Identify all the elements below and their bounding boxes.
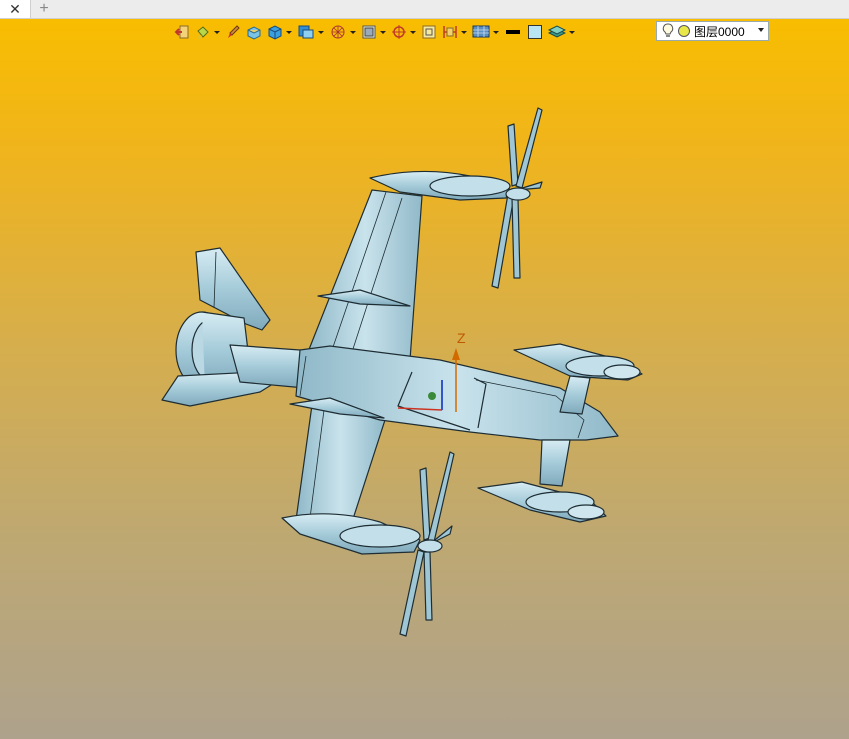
wireframe-sphere-icon[interactable] xyxy=(329,24,347,40)
aircraft-model[interactable] xyxy=(0,19,849,739)
dimension-icon[interactable] xyxy=(442,24,458,40)
wireframe-button[interactable] xyxy=(329,23,356,41)
dimension-button[interactable] xyxy=(442,23,467,41)
brush-icon[interactable] xyxy=(225,24,241,40)
display-grid-icon[interactable] xyxy=(472,24,490,40)
select-box-button[interactable] xyxy=(421,23,437,41)
paint-button[interactable] xyxy=(195,23,220,41)
3d-viewport[interactable]: Z 图层0000 xyxy=(0,19,849,739)
tab-bar: ✕ + xyxy=(0,0,849,19)
display-grid-button[interactable] xyxy=(472,23,499,41)
fill-color-button[interactable] xyxy=(527,23,543,41)
snap-target-icon[interactable] xyxy=(391,24,407,40)
lower-wing xyxy=(295,404,386,523)
close-icon[interactable]: ✕ xyxy=(9,1,21,18)
view-toolbar xyxy=(174,22,580,42)
z-axis-label: Z xyxy=(457,330,466,346)
line-color-icon[interactable] xyxy=(504,24,522,40)
chevron-down-icon[interactable] xyxy=(758,28,764,32)
select-box-icon[interactable] xyxy=(421,24,437,40)
render-style-icon[interactable] xyxy=(297,24,315,40)
paint-bucket-icon[interactable] xyxy=(195,24,211,40)
layer-select[interactable]: 图层0000 xyxy=(656,21,769,41)
shaded-cube-icon[interactable] xyxy=(267,24,283,40)
layer-status-icon[interactable] xyxy=(677,24,691,38)
box-material-icon[interactable] xyxy=(246,24,262,40)
exit-icon[interactable] xyxy=(174,24,190,40)
upper-wing xyxy=(307,189,423,361)
layer-value: 图层0000 xyxy=(694,24,745,39)
layer-stack-icon[interactable] xyxy=(548,24,566,40)
render-style-button[interactable] xyxy=(297,23,324,41)
layer-stack-button[interactable] xyxy=(548,23,575,41)
exit-button[interactable] xyxy=(174,23,190,41)
brush-button[interactable] xyxy=(225,23,241,41)
fill-color-icon[interactable] xyxy=(527,24,543,40)
lightbulb-icon[interactable] xyxy=(662,23,674,39)
close-tab-button[interactable]: ✕ xyxy=(0,0,31,18)
material-button[interactable] xyxy=(246,23,262,41)
new-tab-button[interactable]: + xyxy=(34,0,54,18)
image-frame-icon[interactable] xyxy=(361,24,377,40)
image-frame-button[interactable] xyxy=(361,23,386,41)
snap-button[interactable] xyxy=(391,23,416,41)
tail-boom xyxy=(229,344,306,389)
plus-icon[interactable]: + xyxy=(39,0,48,18)
line-color-button[interactable] xyxy=(504,23,522,41)
shade-button[interactable] xyxy=(267,23,292,41)
